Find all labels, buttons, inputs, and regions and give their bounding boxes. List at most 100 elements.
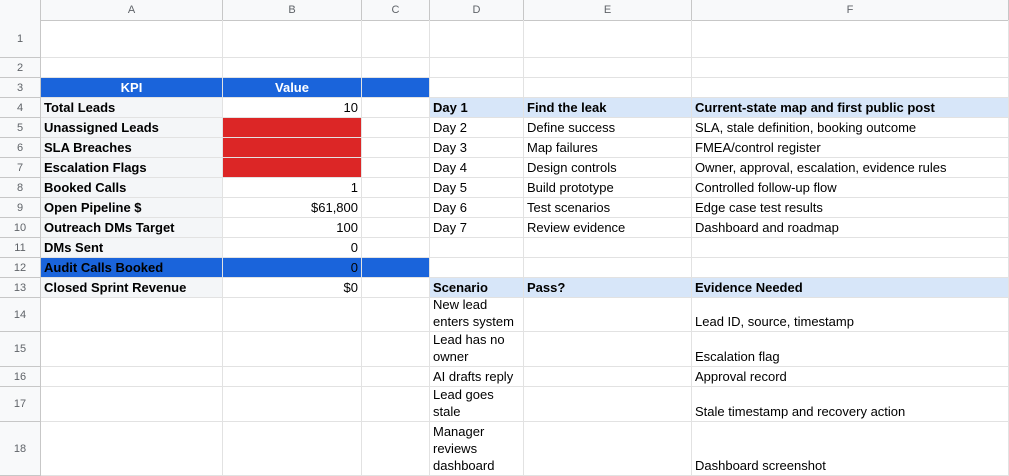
kpi-value-sla-breaches[interactable] <box>223 138 362 158</box>
kpi-value-total-leads[interactable]: 10 <box>223 98 362 118</box>
cell-c1[interactable] <box>362 20 430 58</box>
kpi-value-open-pipeline[interactable]: $61,800 <box>223 198 362 218</box>
row-header-4[interactable]: 4 <box>0 98 40 118</box>
plan-day-2[interactable]: Day 2 <box>430 118 524 138</box>
pass-cell-2[interactable] <box>524 332 692 367</box>
cell-b17[interactable] <box>223 387 362 422</box>
evidence-cell-4[interactable]: Stale timestamp and recovery action <box>692 387 1009 422</box>
cell-c13[interactable] <box>362 278 430 298</box>
column-header-d[interactable]: D <box>430 0 524 20</box>
evidence-header-cell[interactable]: Evidence Needed <box>692 278 1009 298</box>
cell-c2[interactable] <box>362 58 430 78</box>
row-header-8[interactable]: 8 <box>0 178 40 198</box>
plan-deliverable-3[interactable]: FMEA/control register <box>692 138 1009 158</box>
plan-day-5[interactable]: Day 5 <box>430 178 524 198</box>
pass-cell-1[interactable] <box>524 298 692 332</box>
cell-b1[interactable] <box>223 20 362 58</box>
row-header-13[interactable]: 13 <box>0 278 40 298</box>
plan-deliverable-6[interactable]: Edge case test results <box>692 198 1009 218</box>
pass-header-cell[interactable]: Pass? <box>524 278 692 298</box>
evidence-cell-5[interactable]: Dashboard screenshot <box>692 422 1009 476</box>
row-header-3[interactable]: 3 <box>0 78 40 98</box>
kpi-label-closed-sprint-revenue[interactable]: Closed Sprint Revenue <box>41 278 223 298</box>
row-header-15[interactable]: 15 <box>0 332 40 367</box>
column-header-b[interactable]: B <box>223 0 362 20</box>
column-header-c[interactable]: C <box>362 0 430 20</box>
cell-b16[interactable] <box>223 367 362 387</box>
plan-day-6[interactable]: Day 6 <box>430 198 524 218</box>
plan-day-7[interactable]: Day 7 <box>430 218 524 238</box>
cell-c15[interactable] <box>362 332 430 367</box>
row-header-18[interactable]: 18 <box>0 422 40 476</box>
scenario-header-cell[interactable]: Scenario <box>430 278 524 298</box>
evidence-cell-2[interactable]: Escalation flag <box>692 332 1009 367</box>
cell-b15[interactable] <box>223 332 362 367</box>
cell-e11[interactable] <box>524 238 692 258</box>
kpi-header-cell[interactable]: KPI <box>41 78 223 98</box>
kpi-value-outreach-dms-target[interactable]: 100 <box>223 218 362 238</box>
kpi-label-escalation-flags[interactable]: Escalation Flags <box>41 158 223 178</box>
row-header-7[interactable]: 7 <box>0 158 40 178</box>
cell-f2[interactable] <box>692 58 1009 78</box>
kpi-label-audit-calls-booked[interactable]: Audit Calls Booked <box>41 258 223 278</box>
row-header-11[interactable]: 11 <box>0 238 40 258</box>
pass-cell-3[interactable] <box>524 367 692 387</box>
kpi-value-dms-sent[interactable]: 0 <box>223 238 362 258</box>
cell-f11[interactable] <box>692 238 1009 258</box>
cell-c8[interactable] <box>362 178 430 198</box>
plan-deliverable-4[interactable]: Owner, approval, escalation, evidence ru… <box>692 158 1009 178</box>
plan-deliverable-1[interactable]: Current-state map and first public post <box>692 98 1009 118</box>
plan-task-2[interactable]: Define success <box>524 118 692 138</box>
cell-e3[interactable] <box>524 78 692 98</box>
cell-a15[interactable] <box>41 332 223 367</box>
scenario-cell-1[interactable]: New lead enters system <box>430 298 524 332</box>
row-header-2[interactable]: 2 <box>0 58 40 78</box>
row-header-1[interactable]: 1 <box>0 20 40 58</box>
cell-c7[interactable] <box>362 158 430 178</box>
column-header-a[interactable]: A <box>41 0 223 20</box>
value-header-cell[interactable]: Value <box>223 78 362 98</box>
cell-d12[interactable] <box>430 258 524 278</box>
evidence-cell-3[interactable]: Approval record <box>692 367 1009 387</box>
row-header-9[interactable]: 9 <box>0 198 40 218</box>
column-header-e[interactable]: E <box>524 0 692 20</box>
cell-c5[interactable] <box>362 118 430 138</box>
scenario-cell-5[interactable]: Manager reviews dashboard <box>430 422 524 476</box>
cell-f12[interactable] <box>692 258 1009 278</box>
plan-task-7[interactable]: Review evidence <box>524 218 692 238</box>
row-header-16[interactable]: 16 <box>0 367 40 387</box>
cell-c6[interactable] <box>362 138 430 158</box>
kpi-label-booked-calls[interactable]: Booked Calls <box>41 178 223 198</box>
cell-f3[interactable] <box>692 78 1009 98</box>
kpi-value-closed-sprint-revenue[interactable]: $0 <box>223 278 362 298</box>
kpi-label-dms-sent[interactable]: DMs Sent <box>41 238 223 258</box>
cell-d1[interactable] <box>430 20 524 58</box>
cell-c9[interactable] <box>362 198 430 218</box>
kpi-label-open-pipeline[interactable]: Open Pipeline $ <box>41 198 223 218</box>
cell-a17[interactable] <box>41 387 223 422</box>
cell-e2[interactable] <box>524 58 692 78</box>
cell-f1[interactable] <box>692 20 1009 58</box>
evidence-cell-1[interactable]: Lead ID, source, timestamp <box>692 298 1009 332</box>
plan-task-1[interactable]: Find the leak <box>524 98 692 118</box>
plan-task-3[interactable]: Map failures <box>524 138 692 158</box>
select-all-corner[interactable] <box>0 0 41 20</box>
cell-d2[interactable] <box>430 58 524 78</box>
cell-c4[interactable] <box>362 98 430 118</box>
plan-day-3[interactable]: Day 3 <box>430 138 524 158</box>
kpi-value-audit-calls-booked[interactable]: 0 <box>223 258 362 278</box>
kpi-label-unassigned-leads[interactable]: Unassigned Leads <box>41 118 223 138</box>
cell-b18[interactable] <box>223 422 362 476</box>
plan-day-4[interactable]: Day 4 <box>430 158 524 178</box>
cell-c16[interactable] <box>362 367 430 387</box>
cell-b2[interactable] <box>223 58 362 78</box>
row-header-5[interactable]: 5 <box>0 118 40 138</box>
plan-deliverable-7[interactable]: Dashboard and roadmap <box>692 218 1009 238</box>
cell-a16[interactable] <box>41 367 223 387</box>
cell-c17[interactable] <box>362 387 430 422</box>
cell-d11[interactable] <box>430 238 524 258</box>
cell-c18[interactable] <box>362 422 430 476</box>
plan-deliverable-5[interactable]: Controlled follow-up flow <box>692 178 1009 198</box>
row-header-17[interactable]: 17 <box>0 387 40 422</box>
plan-task-4[interactable]: Design controls <box>524 158 692 178</box>
